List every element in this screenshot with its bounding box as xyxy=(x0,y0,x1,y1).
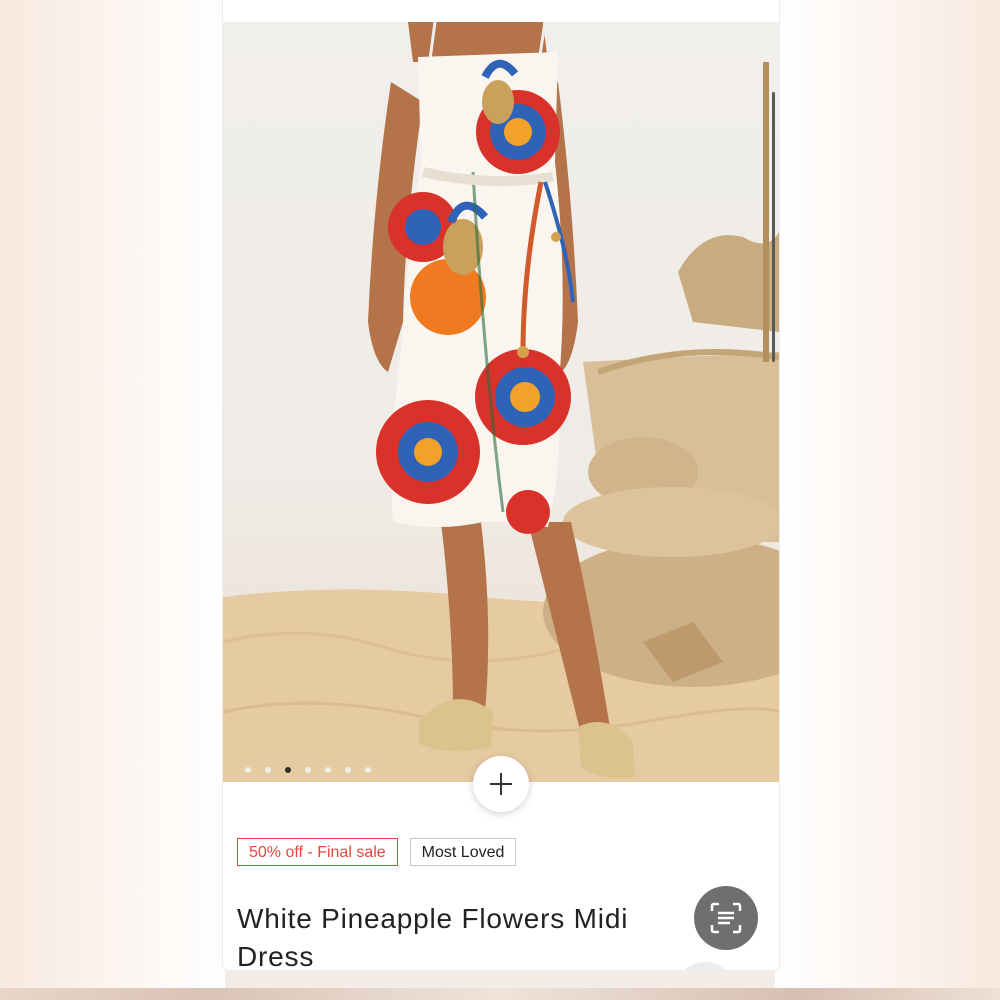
plus-icon xyxy=(490,773,512,795)
background-left xyxy=(0,0,225,1000)
product-title: White Pineapple Flowers Midi Dress xyxy=(237,903,629,971)
scrollbar-thumb[interactable] xyxy=(772,92,775,362)
product-photo-illustration xyxy=(223,22,779,782)
carousel-dot[interactable] xyxy=(305,767,311,773)
carousel-indicator xyxy=(245,767,371,773)
carousel-dot[interactable] xyxy=(245,767,251,773)
carousel-dot[interactable] xyxy=(365,767,371,773)
product-card: 50% off - Final sale Most Loved White Pi… xyxy=(222,0,780,971)
carousel-dot-active[interactable] xyxy=(285,767,291,773)
sale-badge: 50% off - Final sale xyxy=(237,838,398,866)
carousel-dot[interactable] xyxy=(265,767,271,773)
carousel-dot[interactable] xyxy=(325,767,331,773)
scan-button[interactable] xyxy=(694,886,758,950)
badge-row: 50% off - Final sale Most Loved xyxy=(237,838,517,866)
scan-text-icon xyxy=(710,902,742,934)
carousel-dot[interactable] xyxy=(345,767,351,773)
background-right xyxy=(775,0,1000,1000)
zoom-button[interactable] xyxy=(473,756,529,812)
most-loved-badge: Most Loved xyxy=(409,838,517,866)
bottom-thumbnail-strip xyxy=(0,988,1000,1000)
product-image[interactable] xyxy=(223,22,779,782)
